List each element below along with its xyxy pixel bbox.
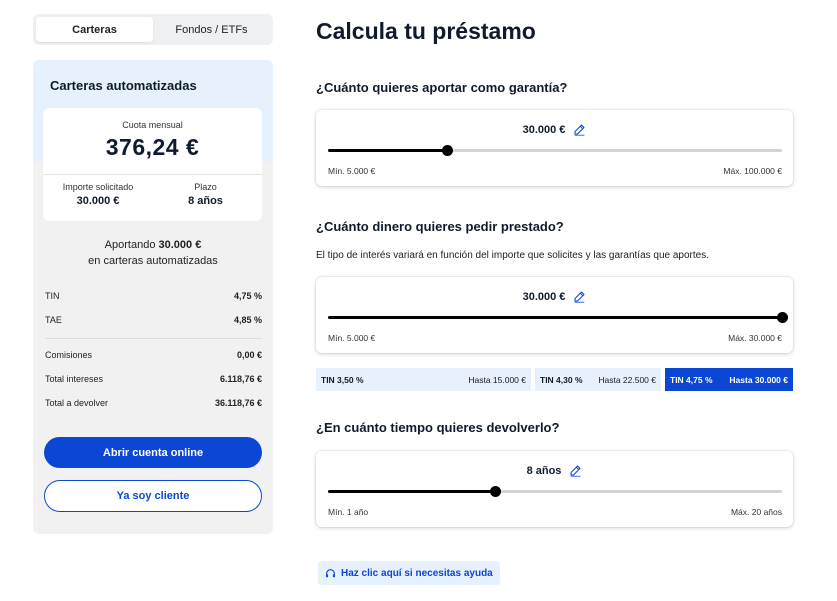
row-value: 0,00 € bbox=[236, 350, 262, 360]
abrir-cuenta-button[interactable]: Abrir cuenta online bbox=[44, 437, 262, 468]
product-tabs: Carteras Fondos / ETFs bbox=[33, 14, 273, 45]
prestamo-question: ¿Cuánto dinero quieres pedir prestado? bbox=[316, 219, 564, 234]
plazo-value: 8 años bbox=[188, 195, 223, 207]
row-label: TAE bbox=[45, 315, 62, 325]
tab-fondos-etfs[interactable]: Fondos / ETFs bbox=[153, 17, 270, 42]
cuota-label: Cuota mensual bbox=[122, 120, 183, 130]
headset-icon bbox=[326, 568, 335, 577]
plazo-max: Máx. 20 años bbox=[730, 507, 782, 517]
row-label: Comisiones bbox=[45, 350, 93, 360]
row-comisiones: Comisiones 0,00 € bbox=[45, 350, 262, 360]
row-value: 36.118,76 € bbox=[214, 398, 262, 408]
prestamo-description: El tipo de interés variará en función de… bbox=[316, 250, 709, 261]
garantia-min: Mín. 5.000 € bbox=[328, 166, 376, 176]
plazo-slider-fill bbox=[328, 490, 496, 493]
row-value: 6.118,76 € bbox=[219, 374, 262, 384]
help-link[interactable]: Haz clic aquí si necesitas ayuda bbox=[318, 561, 500, 585]
loan-summary-panel: Carteras automatizadas Cuota mensual 376… bbox=[33, 60, 273, 534]
plazo-slider-thumb[interactable] bbox=[489, 486, 501, 497]
tab-carteras[interactable]: Carteras bbox=[36, 17, 153, 42]
tier-2: TIN 4,30 % Hasta 22.500 € bbox=[535, 368, 661, 391]
prestamo-slider-thumb[interactable] bbox=[776, 312, 788, 323]
garantia-value: 30.000 € bbox=[522, 123, 566, 136]
cuota-card: Cuota mensual 376,24 € Importe solicitad… bbox=[43, 108, 262, 221]
plazo-question: ¿En cuánto tiempo quieres devolverlo? bbox=[316, 420, 560, 435]
garantia-slider-track[interactable] bbox=[328, 145, 782, 156]
pencil-icon[interactable] bbox=[573, 123, 586, 136]
row-value: 4,85 % bbox=[233, 315, 262, 325]
plazo-min: Mín. 1 año bbox=[328, 507, 369, 517]
tier-hasta: Hasta 15.000 € bbox=[468, 374, 526, 385]
prestamo-min: Mín. 5.000 € bbox=[328, 333, 376, 343]
garantia-value-row: 30.000 € bbox=[316, 123, 793, 136]
importe-solicitado: Importe solicitado 30.000 € bbox=[53, 182, 143, 207]
garantia-slider-fill bbox=[328, 149, 448, 152]
plazo-slider-card: 8 años Mín. 1 año Máx. 20 años bbox=[316, 451, 793, 527]
row-total-devolver: Total a devolver 36.118,76 € bbox=[45, 398, 262, 408]
row-label: TIN bbox=[45, 291, 60, 301]
aport-prefix: Aportando bbox=[104, 239, 156, 251]
importe-label: Importe solicitado bbox=[62, 182, 134, 192]
prestamo-slider-fill bbox=[328, 316, 782, 319]
garantia-slider-thumb[interactable] bbox=[441, 145, 453, 156]
pencil-icon[interactable] bbox=[573, 290, 586, 303]
prestamo-value: 30.000 € bbox=[522, 290, 566, 303]
tier-tin: TIN 4,75 % bbox=[670, 374, 713, 385]
plazo-slider-value: 8 años bbox=[526, 464, 562, 477]
prestamo-slider-track[interactable] bbox=[328, 312, 788, 323]
summary-title: Carteras automatizadas bbox=[50, 78, 197, 93]
cuota-value: 376,24 € bbox=[105, 134, 200, 160]
aportando-text: Aportando 30.000 € en carteras automatiz… bbox=[33, 237, 273, 269]
prestamo-slider-card: 30.000 € Mín. 5.000 € Máx. 30.000 € bbox=[316, 277, 793, 353]
garantia-question: ¿Cuánto quieres aportar como garantía? bbox=[316, 80, 568, 95]
help-link-label: Haz clic aquí si necesitas ayuda bbox=[341, 567, 493, 579]
plazo-slider-track[interactable] bbox=[328, 486, 782, 497]
row-value: 4,75 % bbox=[233, 291, 262, 301]
tier-1: TIN 3,50 % Hasta 15.000 € bbox=[316, 368, 531, 391]
garantia-slider-card: 30.000 € Mín. 5.000 € Máx. 100.000 € bbox=[316, 110, 793, 186]
aport-amount: 30.000 € bbox=[158, 239, 202, 251]
tier-hasta: Hasta 30.000 € bbox=[729, 374, 788, 385]
ya-soy-cliente-button[interactable]: Ya soy cliente bbox=[44, 480, 262, 512]
row-tin: TIN 4,75 % bbox=[45, 291, 262, 301]
row-tae: TAE 4,85 % bbox=[45, 315, 262, 325]
tier-tin: TIN 4,30 % bbox=[540, 374, 583, 385]
row-divider bbox=[45, 338, 262, 339]
prestamo-value-row: 30.000 € bbox=[316, 290, 793, 303]
row-label: Total intereses bbox=[45, 374, 104, 384]
interest-tiers: TIN 3,50 % Hasta 15.000 € TIN 4,30 % Has… bbox=[316, 368, 793, 391]
aport-suffix: en carteras automatizadas bbox=[88, 255, 218, 267]
row-total-intereses: Total intereses 6.118,76 € bbox=[45, 374, 262, 384]
garantia-max: Máx. 100.000 € bbox=[723, 166, 782, 176]
tier-tin: TIN 3,50 % bbox=[321, 374, 364, 385]
plazo-summary: Plazo 8 años bbox=[178, 182, 233, 207]
row-label: Total a devolver bbox=[45, 398, 109, 408]
plazo-label: Plazo bbox=[194, 182, 217, 192]
plazo-value-row: 8 años bbox=[316, 464, 793, 477]
tier-3-active: TIN 4,75 % Hasta 30.000 € bbox=[665, 368, 793, 391]
prestamo-max: Máx. 30.000 € bbox=[728, 333, 782, 343]
card-divider bbox=[43, 174, 262, 175]
tier-hasta: Hasta 22.500 € bbox=[598, 374, 656, 385]
pencil-icon[interactable] bbox=[569, 464, 582, 477]
page-title: Calcula tu préstamo bbox=[316, 18, 536, 44]
importe-value: 30.000 € bbox=[76, 195, 120, 207]
